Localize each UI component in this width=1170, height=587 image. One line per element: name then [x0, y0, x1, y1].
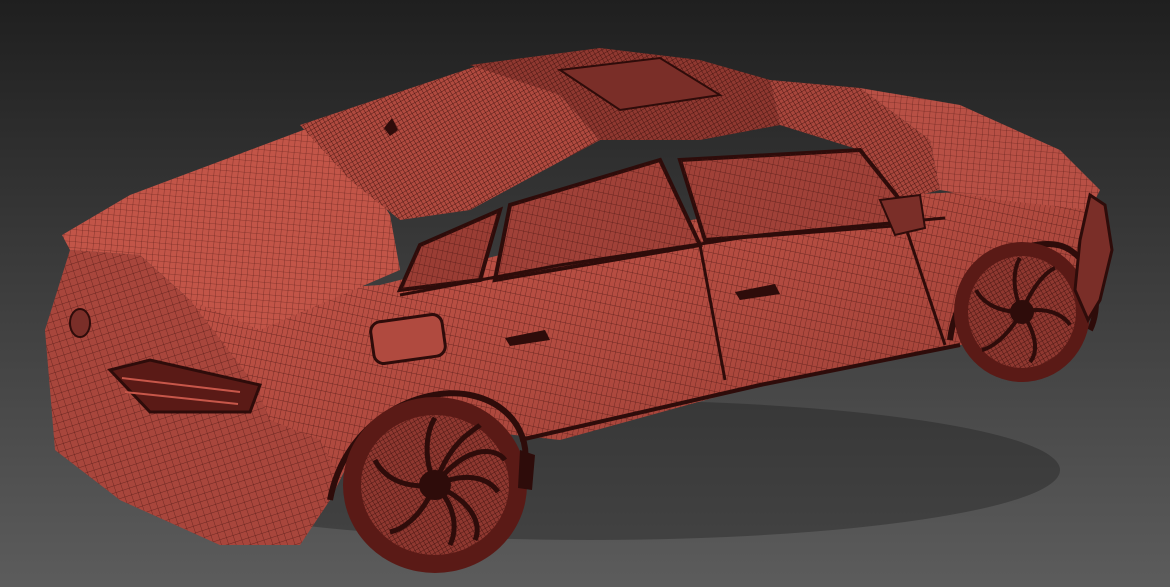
fuel-cap[interactable] [369, 312, 447, 366]
viewport-canvas[interactable] [0, 0, 1170, 587]
rear-badge [69, 308, 91, 338]
rear-mudflap [518, 450, 535, 490]
rear-wheel[interactable] [343, 397, 527, 573]
front-wheel[interactable] [954, 242, 1090, 382]
3d-viewport[interactable] [0, 0, 1170, 587]
